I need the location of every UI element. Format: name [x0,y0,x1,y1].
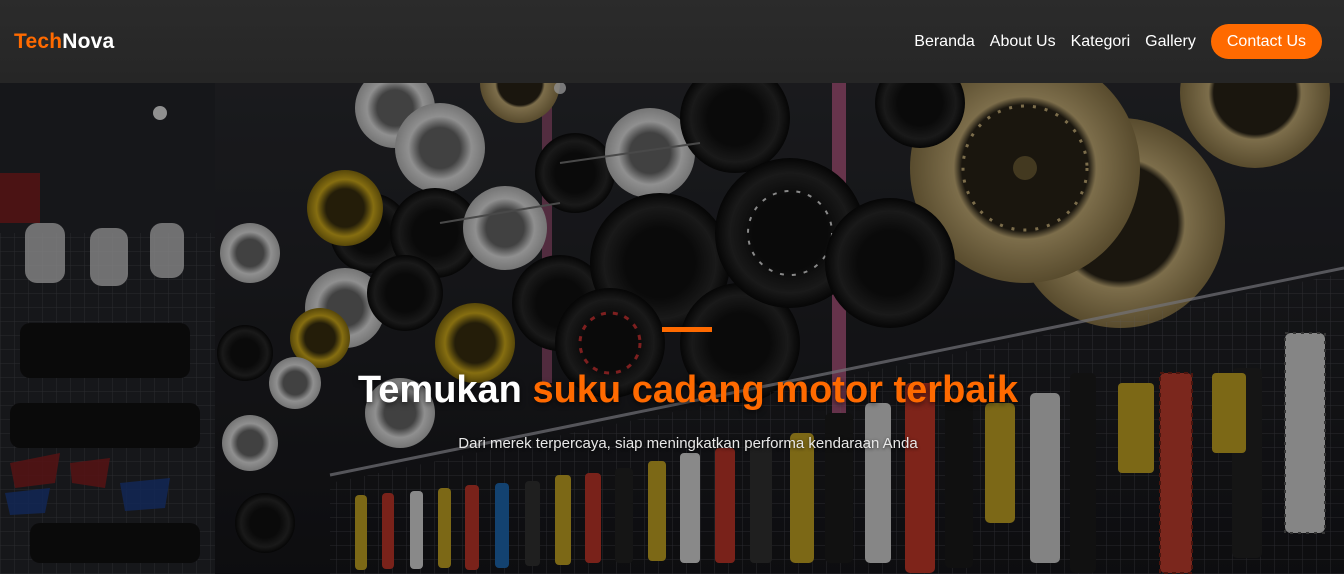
top-navbar: TechNova Beranda About Us Kategori Galle… [0,0,1344,83]
hero-accent-line [662,327,712,332]
hero-title-plain: Temukan [357,369,522,411]
contact-us-button[interactable]: Contact Us [1210,24,1322,59]
main-nav: Beranda About Us Kategori Gallery Contac… [899,24,1322,59]
nav-link-about-us[interactable]: About Us [990,33,1056,51]
nav-link-gallery[interactable]: Gallery [1145,33,1196,51]
hero-subtitle: Dari merek terpercaya, siap meningkatkan… [458,435,918,452]
nav-link-kategori[interactable]: Kategori [1071,33,1131,51]
nav-link-beranda[interactable]: Beranda [914,33,975,51]
hero-title: Temukan suku cadang motor terbaik [0,369,1344,412]
brand-logo[interactable]: TechNova [14,30,114,54]
hero-section: Temukan suku cadang motor terbaik Dari m… [0,83,1344,574]
hero-title-highlight: suku cadang motor terbaik [532,369,1019,411]
brand-logo-part2: Nova [62,29,115,53]
brand-logo-part1: Tech [14,29,63,53]
